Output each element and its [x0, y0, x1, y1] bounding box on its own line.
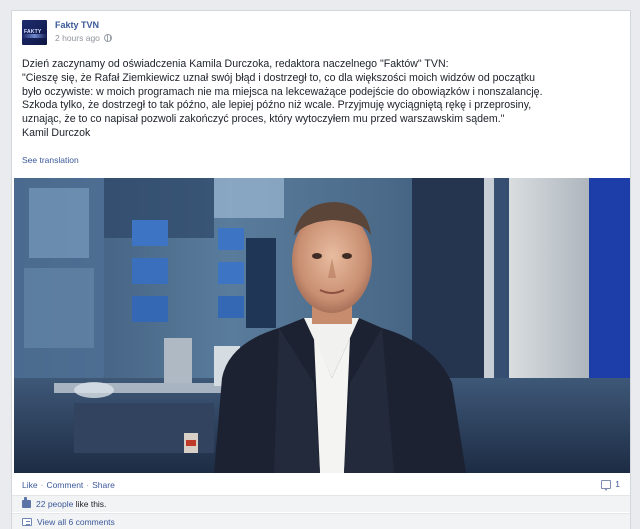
post-line-1: Dzień zaczynamy od oświadczenia Kamila D…	[22, 58, 449, 70]
post-timestamp[interactable]: 2 hours ago	[55, 33, 100, 43]
post-line-4: Szkoda tylko, że dostrzegł to tak późno,…	[22, 99, 532, 112]
post-message: Dzień zaczynamy od oświadczenia Kamila D…	[22, 58, 622, 141]
post-line-5: uznając, że to co napisał pozwoli zakońc…	[22, 113, 505, 126]
comment-count-button[interactable]: 1	[601, 479, 620, 491]
likes-row: 22 people like this.	[12, 495, 630, 512]
like-link[interactable]: Like	[22, 480, 38, 490]
action-separator: ·	[86, 480, 90, 490]
comment-link[interactable]: Comment	[46, 480, 83, 490]
globe-icon[interactable]	[103, 34, 112, 42]
post-line-2: "Cieszę się, że Rafał Ziemkiewicz uznał …	[22, 71, 536, 84]
thumbs-up-icon	[22, 497, 31, 508]
post-header: FAKTY Fakty TVN 2 hours ago	[22, 20, 622, 46]
action-links: Like · Comment · Share	[22, 480, 115, 490]
comments-icon	[22, 518, 32, 526]
view-all-comments-link[interactable]: View all 6 comments	[37, 517, 115, 527]
post-action-bar: Like · Comment · Share 1	[12, 473, 630, 495]
likes-count-link[interactable]: 22 people	[36, 499, 73, 509]
share-link[interactable]: Share	[92, 480, 115, 490]
post-meta: 2 hours ago	[55, 33, 112, 43]
post-line-6: Kamil Durczok	[22, 126, 91, 139]
page-name-link[interactable]: Fakty TVN	[55, 20, 99, 30]
photo-newsroom-portrait	[14, 178, 630, 473]
view-comments-row: View all 6 comments	[12, 513, 630, 529]
comment-count: 1	[615, 479, 620, 489]
action-separator: ·	[40, 480, 44, 490]
ufi-feedback: 22 people like this. View all 6 comments	[12, 495, 630, 529]
post-line-3: było oczywiste: w moich programach nie m…	[22, 85, 543, 98]
likes-suffix: like this.	[75, 499, 107, 509]
comment-icon	[601, 479, 612, 491]
post-photo[interactable]	[14, 178, 630, 473]
avatar-logo-text: FAKTY	[24, 29, 42, 35]
see-translation-link[interactable]: See translation	[22, 155, 79, 165]
page-avatar[interactable]: FAKTY	[22, 20, 47, 45]
post-card: FAKTY Fakty TVN 2 hours ago Dzień zaczyn…	[11, 10, 631, 529]
